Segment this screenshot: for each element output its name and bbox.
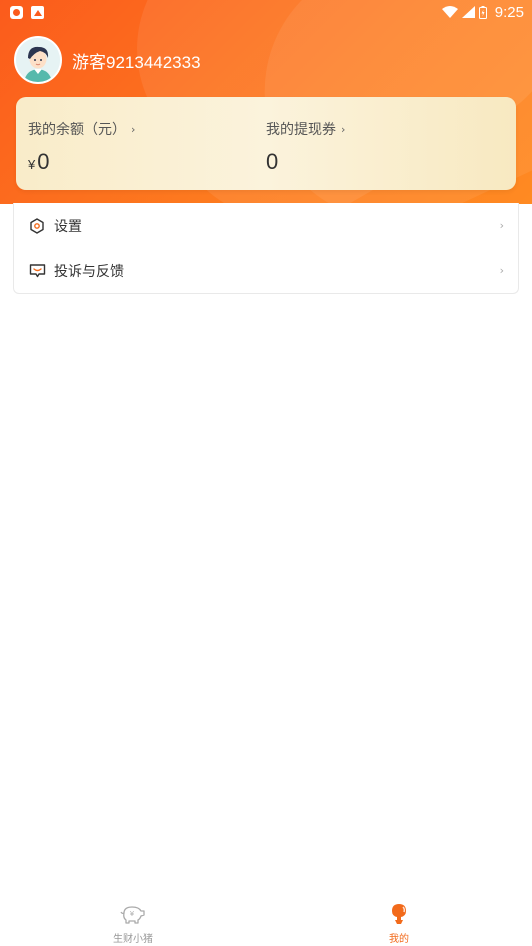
currency-symbol: ¥ — [28, 157, 36, 172]
svg-text:¥: ¥ — [130, 910, 135, 918]
menu-list: 设置 › 投诉与反馈 › — [13, 203, 519, 294]
tab-mine[interactable]: 我的 — [266, 894, 532, 946]
tab-label: 我的 — [389, 934, 409, 945]
username: 游客9213442333 — [72, 52, 201, 72]
tab-earn[interactable]: ¥ 生财小猪 — [0, 894, 266, 946]
notification-app-icon — [10, 5, 23, 19]
avatar-icon — [16, 38, 60, 82]
balance-label: 我的余额（元） — [28, 122, 126, 138]
withdraw-voucher-label: 我的提现券 — [266, 122, 336, 138]
withdraw-voucher-value: 0 — [266, 149, 279, 174]
balance-item[interactable]: 我的余额（元） › ¥ 0 — [28, 119, 135, 175]
balance-card: 我的余额（元） › ¥ 0 我的提现券 › 0 — [16, 97, 516, 190]
chevron-right-icon: › — [499, 219, 504, 232]
wifi-icon — [441, 6, 458, 18]
signal-icon — [461, 6, 475, 18]
settings-icon — [28, 217, 46, 235]
menu-item-settings[interactable]: 设置 › — [14, 203, 518, 248]
chevron-right-icon: › — [499, 264, 504, 277]
avatar[interactable] — [14, 36, 62, 84]
tab-label: 生财小猪 — [113, 934, 153, 945]
profile-icon — [386, 902, 412, 926]
chevron-right-icon: › — [341, 122, 346, 136]
battery-icon — [478, 5, 487, 19]
status-time: 9:25 — [494, 3, 524, 21]
menu-item-feedback[interactable]: 投诉与反馈 › — [14, 248, 518, 293]
status-bar: 9:25 — [0, 0, 532, 24]
user-profile[interactable]: 游客9213442333 — [14, 36, 201, 84]
notification-app-icon — [31, 5, 44, 19]
bottom-tab-bar: ¥ 生财小猪 我的 — [0, 894, 532, 946]
menu-item-label: 投诉与反馈 — [54, 263, 124, 280]
balance-value: 0 — [37, 149, 50, 174]
withdraw-voucher-item[interactable]: 我的提现券 › 0 — [266, 119, 345, 175]
menu-item-label: 设置 — [54, 218, 82, 235]
feedback-icon — [28, 262, 46, 280]
piggy-bank-icon: ¥ — [120, 902, 146, 926]
chevron-right-icon: › — [131, 122, 136, 136]
